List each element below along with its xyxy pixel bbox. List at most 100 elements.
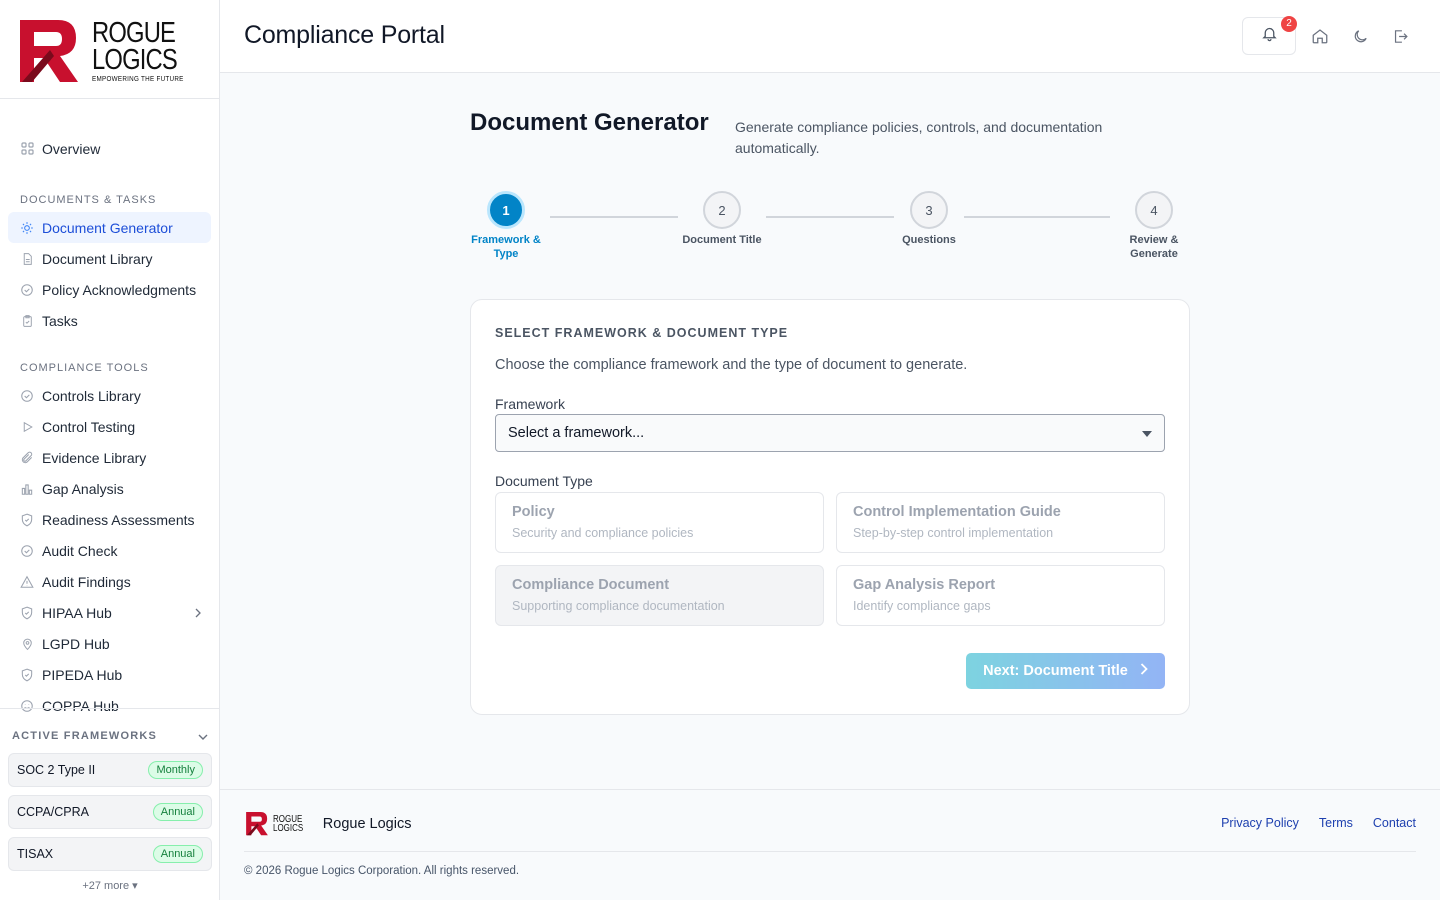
grid-icon [20,142,34,156]
document-type-label: Document Type [495,473,593,489]
portal-title: Compliance Portal [244,21,445,49]
sidebar-item-label: Evidence Library [42,449,147,466]
sidebar-item-document-library[interactable]: Document Library [8,243,211,274]
next-button-label: Next: Document Title [983,663,1128,679]
logo[interactable]: ROGUE LOGICS EMPOWERING THE FUTURE [0,0,219,99]
sidebar-nav: Overview DOCUMENTS & TASKS Document Gene… [0,99,219,721]
active-frameworks-panel: ACTIVE FRAMEWORKS SOC 2 Type II Monthly CC… [0,708,220,892]
doc-type-title: Control Implementation Guide [853,504,1061,520]
step-document-title[interactable]: 2 Document Title [682,191,762,247]
shield-check-icon [20,606,34,620]
card-description: Choose the compliance framework and the … [495,357,968,373]
step-framework-type[interactable]: 1 Framework & Type [466,191,546,261]
sidebar-item-control-testing[interactable]: Control Testing [8,411,211,442]
framework-card-tisax[interactable]: TISAX Annual [8,837,212,871]
doc-type-title: Compliance Document [512,577,670,593]
framework-card-soc-2-type-ii[interactable]: SOC 2 Type II Monthly [8,753,212,787]
sidebar-item-label: Control Testing [42,418,136,435]
doc-type-desc: Identify compliance gaps [853,599,991,613]
next-document-title-button[interactable]: Next: Document Title [966,653,1165,689]
section-label-documents: DOCUMENTS & TASKS [20,194,157,206]
framework-type-card: SELECT FRAMEWORK & DOCUMENT TYPE Choose … [470,299,1190,715]
terms-link[interactable]: Terms [1319,816,1353,830]
sidebar-item-label: Controls Library [42,387,141,404]
step-number: 2 [703,191,741,229]
doc-type-desc: Supporting compliance documentation [512,599,725,613]
logo-text-line2: LOGICS [92,44,178,76]
sidebar-item-label: LGPD Hub [42,635,110,652]
footer-logo[interactable]: ROGUE LOGICS Rogue Logics [244,812,411,836]
sidebar-item-policy-acknowledgments[interactable]: Policy Acknowledgments [8,274,211,305]
chevron-right-icon[interactable] [195,605,201,621]
sidebar-item-label: Audit Findings [42,573,131,590]
moon-icon[interactable] [1350,26,1370,46]
active-frameworks-label: ACTIVE FRAMEWORKS [12,730,158,742]
more-frameworks-link[interactable]: +27 more ▾ [0,879,220,892]
bell-icon [1261,25,1278,47]
step-number: 4 [1135,191,1173,229]
doc-type-option-gap-analysis[interactable]: Gap Analysis Report Identify compliance … [836,565,1165,626]
sidebar-item-document-generator[interactable]: Document Generator [8,212,211,243]
stepper-connector [550,216,678,218]
sidebar-item-label: Document Generator [42,219,173,236]
sidebar-item-hipaa-hub[interactable]: HIPAA Hub [8,597,211,628]
sidebar-item-audit-check[interactable]: Audit Check [8,535,211,566]
lightbulb-icon [20,221,34,235]
doc-type-desc: Security and compliance policies [512,526,694,540]
sidebar-item-readiness-assessments[interactable]: Readiness Assessments [8,504,211,535]
framework-name: SOC 2 Type II [17,763,96,777]
rogue-logics-logo-icon [20,20,78,82]
file-icon [20,252,34,266]
doc-type-title: Gap Analysis Report [853,577,996,593]
framework-label: Framework [495,396,566,412]
notification-count-badge: 2 [1281,16,1297,32]
logo-tagline: EMPOWERING THE FUTURE [92,76,184,83]
shield-check-icon [20,513,34,527]
contact-link[interactable]: Contact [1373,816,1416,830]
framework-select-value: Select a framework... [508,425,645,441]
sidebar-item-lgpd-hub[interactable]: LGPD Hub [8,628,211,659]
shield-check-icon [20,668,34,682]
doc-type-option-compliance-document[interactable]: Compliance Document Supporting complianc… [495,565,824,626]
step-label: Review & Generate [1129,234,1179,260]
logout-icon[interactable] [1390,26,1410,46]
sidebar-item-tasks[interactable]: Tasks [8,305,211,336]
sidebar-item-label: Overview [42,140,101,157]
sidebar-item-evidence-library[interactable]: Evidence Library [8,442,211,473]
rogue-logics-logo-icon [246,812,268,836]
footer-brand-name: Rogue Logics [322,816,412,832]
stepper-connector [766,216,894,218]
check-circle-icon [20,283,34,297]
copyright: © 2026 Rogue Logics Corporation. All rig… [244,865,520,877]
warning-icon [20,575,34,589]
stepper-connector [964,216,1110,218]
page-title: Document Generator [470,109,709,136]
sidebar-item-gap-analysis[interactable]: Gap Analysis [8,473,211,504]
doc-type-option-control-guide[interactable]: Control Implementation Guide Step-by-ste… [836,492,1165,553]
framework-card-ccpa-cpra[interactable]: CCPA/CPRA Annual [8,795,212,829]
sidebar-item-label: HIPAA Hub [42,604,112,621]
cadence-badge: Annual [152,803,203,821]
top-header: Compliance Portal 2 [220,0,1440,73]
cadence-badge: Annual [152,845,203,863]
framework-select[interactable]: Select a framework... [495,414,1165,452]
sidebar-item-pipeda-hub[interactable]: PIPEDA Hub [8,659,211,690]
sidebar-item-overview[interactable]: Overview [8,133,211,164]
privacy-policy-link[interactable]: Privacy Policy [1221,816,1299,830]
home-icon[interactable] [1310,26,1330,46]
check-circle-icon [20,544,34,558]
sidebar-item-label: Audit Check [42,542,118,559]
sidebar-item-audit-findings[interactable]: Audit Findings [8,566,211,597]
step-label: Questions [902,234,956,246]
bar-chart-icon [20,482,34,496]
footer-divider [244,851,1416,852]
doc-type-option-policy[interactable]: Policy Security and compliance policies [495,492,824,553]
step-questions[interactable]: 3 Questions [889,191,969,247]
sidebar-item-controls-library[interactable]: Controls Library [8,380,211,411]
step-review-generate[interactable]: 4 Review & Generate [1114,191,1194,261]
doc-type-desc: Step-by-step control implementation [853,526,1054,540]
sidebar-item-label: Document Library [42,250,153,267]
play-icon [20,420,34,434]
map-pin-icon [20,637,34,651]
active-frameworks-toggle[interactable]: ACTIVE FRAMEWORKS [0,729,220,743]
